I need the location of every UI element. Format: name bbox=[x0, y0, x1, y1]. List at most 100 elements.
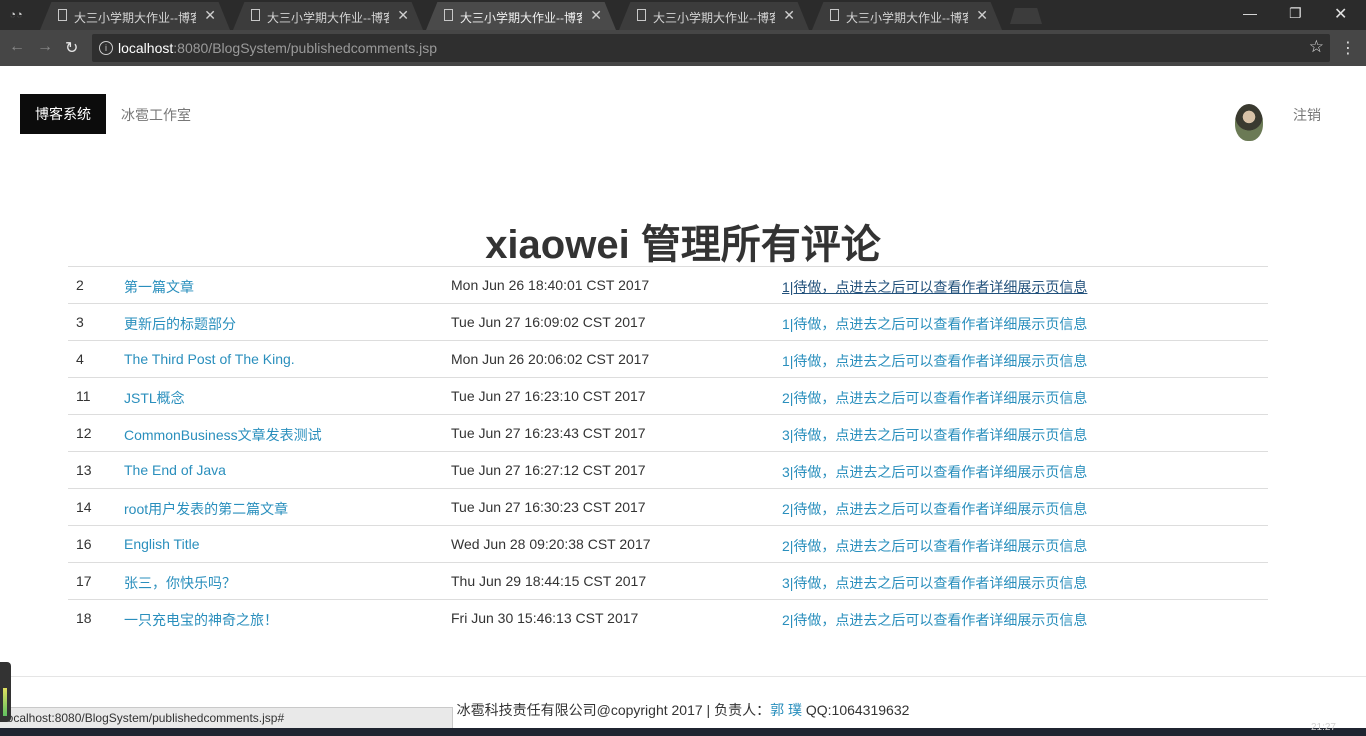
footer-text: 冰雹科技责任有限公司@copyright 2017 | 负责人： bbox=[456, 702, 771, 718]
comment-id: 3 bbox=[76, 314, 84, 330]
browser-tab[interactable]: 大三小学期大作业--博客 ✕ bbox=[40, 2, 230, 30]
comment-status-link[interactable]: 3|待做，点进去之后可以查看作者详细展示页信息 bbox=[782, 573, 1087, 593]
comment-status-link[interactable]: 2|待做，点进去之后可以查看作者详细展示页信息 bbox=[782, 388, 1087, 408]
comment-id: 4 bbox=[76, 351, 84, 367]
comments-table: 2 第一篇文章 Mon Jun 26 18:40:01 CST 2017 1|待… bbox=[68, 266, 1268, 636]
table-row: 2 第一篇文章 Mon Jun 26 18:40:01 CST 2017 1|待… bbox=[68, 267, 1268, 304]
comment-date: Mon Jun 26 20:06:02 CST 2017 bbox=[451, 351, 650, 367]
comment-id: 11 bbox=[76, 388, 91, 404]
close-tab-icon[interactable]: ✕ bbox=[397, 7, 409, 24]
article-title-link[interactable]: 第一篇文章 bbox=[124, 277, 194, 297]
comment-date: Tue Jun 27 16:23:10 CST 2017 bbox=[451, 388, 646, 404]
document-icon bbox=[830, 9, 839, 21]
taskbar-clock: 21:27 bbox=[1310, 722, 1336, 733]
close-tab-icon[interactable]: ✕ bbox=[783, 7, 795, 24]
comment-date: Tue Jun 27 16:30:23 CST 2017 bbox=[451, 499, 646, 515]
info-icon[interactable]: i bbox=[99, 41, 113, 55]
browser-menu-icon[interactable]: ⋮ bbox=[1340, 38, 1356, 58]
logout-link[interactable]: 注销 bbox=[1293, 105, 1321, 125]
owner-link[interactable]: 郭 璞 bbox=[770, 702, 802, 718]
comment-status-link[interactable]: 2|待做，点进去之后可以查看作者详细展示页信息 bbox=[782, 499, 1087, 519]
comment-date: Fri Jun 30 15:46:13 CST 2017 bbox=[451, 610, 639, 626]
article-title-link[interactable]: 更新后的标题部分 bbox=[124, 314, 236, 334]
tab-title: 大三小学期大作业--博客 bbox=[846, 11, 968, 25]
document-icon bbox=[251, 9, 260, 21]
os-taskbar: 21:27 bbox=[0, 722, 1366, 736]
table-row: 18 一只充电宝的神奇之旅！ Fri Jun 30 15:46:13 CST 2… bbox=[68, 600, 1268, 636]
table-row: 3 更新后的标题部分 Tue Jun 27 16:09:02 CST 2017 … bbox=[68, 304, 1268, 341]
table-row: 4 The Third Post of The King. Mon Jun 26… bbox=[68, 341, 1268, 378]
tab-strip: ◔◔ 大三小学期大作业--博客 ✕ 大三小学期大作业--博客 ✕ 大三小学期大作… bbox=[0, 0, 1366, 30]
comment-date: Tue Jun 27 16:09:02 CST 2017 bbox=[451, 314, 646, 330]
link-status-bar: localhost:8080/BlogSystem/publishedcomme… bbox=[0, 707, 453, 728]
comment-status-link[interactable]: 3|待做，点进去之后可以查看作者详细展示页信息 bbox=[782, 425, 1087, 445]
close-window-icon[interactable]: ✕ bbox=[1334, 4, 1347, 24]
comment-id: 18 bbox=[76, 610, 92, 626]
minimize-icon[interactable]: — bbox=[1243, 5, 1257, 21]
comment-id: 13 bbox=[76, 462, 92, 478]
browser-tab-active[interactable]: 大三小学期大作业--博客 ✕ bbox=[426, 2, 616, 30]
tab-title: 大三小学期大作业--博客 bbox=[74, 11, 196, 25]
article-title-link[interactable]: root用户发表的第二篇文章 bbox=[124, 499, 288, 519]
side-widget[interactable] bbox=[0, 662, 11, 722]
tab-title: 大三小学期大作业--博客 bbox=[653, 11, 775, 25]
browser-tab[interactable]: 大三小学期大作业--博客 ✕ bbox=[619, 2, 809, 30]
comment-date: Tue Jun 27 16:27:12 CST 2017 bbox=[451, 462, 646, 478]
footer-divider bbox=[0, 676, 1366, 677]
comment-status-link[interactable]: 3|待做，点进去之后可以查看作者详细展示页信息 bbox=[782, 462, 1087, 482]
document-icon bbox=[58, 9, 67, 21]
page-title: xiaowei 管理所有评论 bbox=[485, 223, 881, 267]
comment-date: Mon Jun 26 18:40:01 CST 2017 bbox=[451, 277, 650, 293]
address-url[interactable]: localhost:8080/BlogSystem/publishedcomme… bbox=[118, 40, 437, 56]
article-title-link[interactable]: The End of Java bbox=[124, 462, 226, 478]
comment-date: Tue Jun 27 16:23:43 CST 2017 bbox=[451, 425, 646, 441]
comment-id: 2 bbox=[76, 277, 84, 293]
comment-date: Thu Jun 29 18:44:15 CST 2017 bbox=[451, 573, 647, 589]
table-row: 14 root用户发表的第二篇文章 Tue Jun 27 16:30:23 CS… bbox=[68, 489, 1268, 526]
table-row: 13 The End of Java Tue Jun 27 16:27:12 C… bbox=[68, 452, 1268, 489]
tab-title: 大三小学期大作业--博客 bbox=[460, 11, 582, 25]
studio-link[interactable]: 冰雹工作室 bbox=[121, 105, 191, 125]
table-row: 11 JSTL概念 Tue Jun 27 16:23:10 CST 2017 2… bbox=[68, 378, 1268, 415]
back-icon[interactable]: ← bbox=[9, 38, 25, 56]
address-bar[interactable]: i localhost:8080/BlogSystem/publishedcom… bbox=[92, 34, 1330, 62]
table-row: 16 English Title Wed Jun 28 09:20:38 CST… bbox=[68, 526, 1268, 563]
browser-toolbar: ← → ↻ i localhost:8080/BlogSystem/publis… bbox=[0, 30, 1366, 66]
document-icon bbox=[444, 9, 453, 21]
browser-tab[interactable]: 大三小学期大作业--博客 ✕ bbox=[812, 2, 1002, 30]
comment-id: 16 bbox=[76, 536, 92, 552]
reload-icon[interactable]: ↻ bbox=[65, 38, 78, 58]
tab-title: 大三小学期大作业--博客 bbox=[267, 11, 389, 25]
article-title-link[interactable]: The Third Post of The King. bbox=[124, 351, 295, 367]
restore-icon[interactable]: ❐ bbox=[1289, 5, 1302, 22]
comment-status-link[interactable]: 2|待做，点进去之后可以查看作者详细展示页信息 bbox=[782, 610, 1087, 630]
comment-id: 14 bbox=[76, 499, 92, 515]
table-row: 17 张三，你快乐吗？ Thu Jun 29 18:44:15 CST 2017… bbox=[68, 563, 1268, 600]
article-title-link[interactable]: English Title bbox=[124, 536, 199, 552]
avatar[interactable] bbox=[1235, 104, 1263, 141]
article-title-link[interactable]: 张三，你快乐吗？ bbox=[124, 573, 236, 593]
article-title-link[interactable]: JSTL概念 bbox=[124, 388, 185, 408]
comment-status-link[interactable]: 1|待做，点进去之后可以查看作者详细展示页信息 bbox=[782, 277, 1087, 297]
comment-status-link[interactable]: 1|待做，点进去之后可以查看作者详细展示页信息 bbox=[782, 351, 1087, 371]
comment-status-link[interactable]: 2|待做，点进去之后可以查看作者详细展示页信息 bbox=[782, 536, 1087, 556]
brand-button[interactable]: 博客系统 bbox=[20, 94, 106, 134]
incognito-icon: ◔◔ bbox=[9, 9, 23, 21]
article-title-link[interactable]: 一只充电宝的神奇之旅！ bbox=[124, 610, 278, 630]
close-tab-icon[interactable]: ✕ bbox=[204, 7, 216, 24]
article-title-link[interactable]: CommonBusiness文章发表测试 bbox=[124, 425, 322, 445]
document-icon bbox=[637, 9, 646, 21]
level-bar bbox=[3, 688, 7, 716]
comment-id: 12 bbox=[76, 425, 92, 441]
comment-status-link[interactable]: 1|待做，点进去之后可以查看作者详细展示页信息 bbox=[782, 314, 1087, 334]
forward-icon[interactable]: → bbox=[37, 38, 53, 56]
footer-qq: QQ:1064319632 bbox=[801, 702, 910, 718]
bookmark-star-icon[interactable]: ☆ bbox=[1309, 37, 1324, 57]
table-row: 12 CommonBusiness文章发表测试 Tue Jun 27 16:23… bbox=[68, 415, 1268, 452]
close-tab-icon[interactable]: ✕ bbox=[590, 7, 602, 24]
comment-id: 17 bbox=[76, 573, 92, 589]
new-tab-button[interactable] bbox=[1010, 8, 1042, 24]
close-tab-icon[interactable]: ✕ bbox=[976, 7, 988, 24]
browser-tab[interactable]: 大三小学期大作业--博客 ✕ bbox=[233, 2, 423, 30]
comment-date: Wed Jun 28 09:20:38 CST 2017 bbox=[451, 536, 651, 552]
